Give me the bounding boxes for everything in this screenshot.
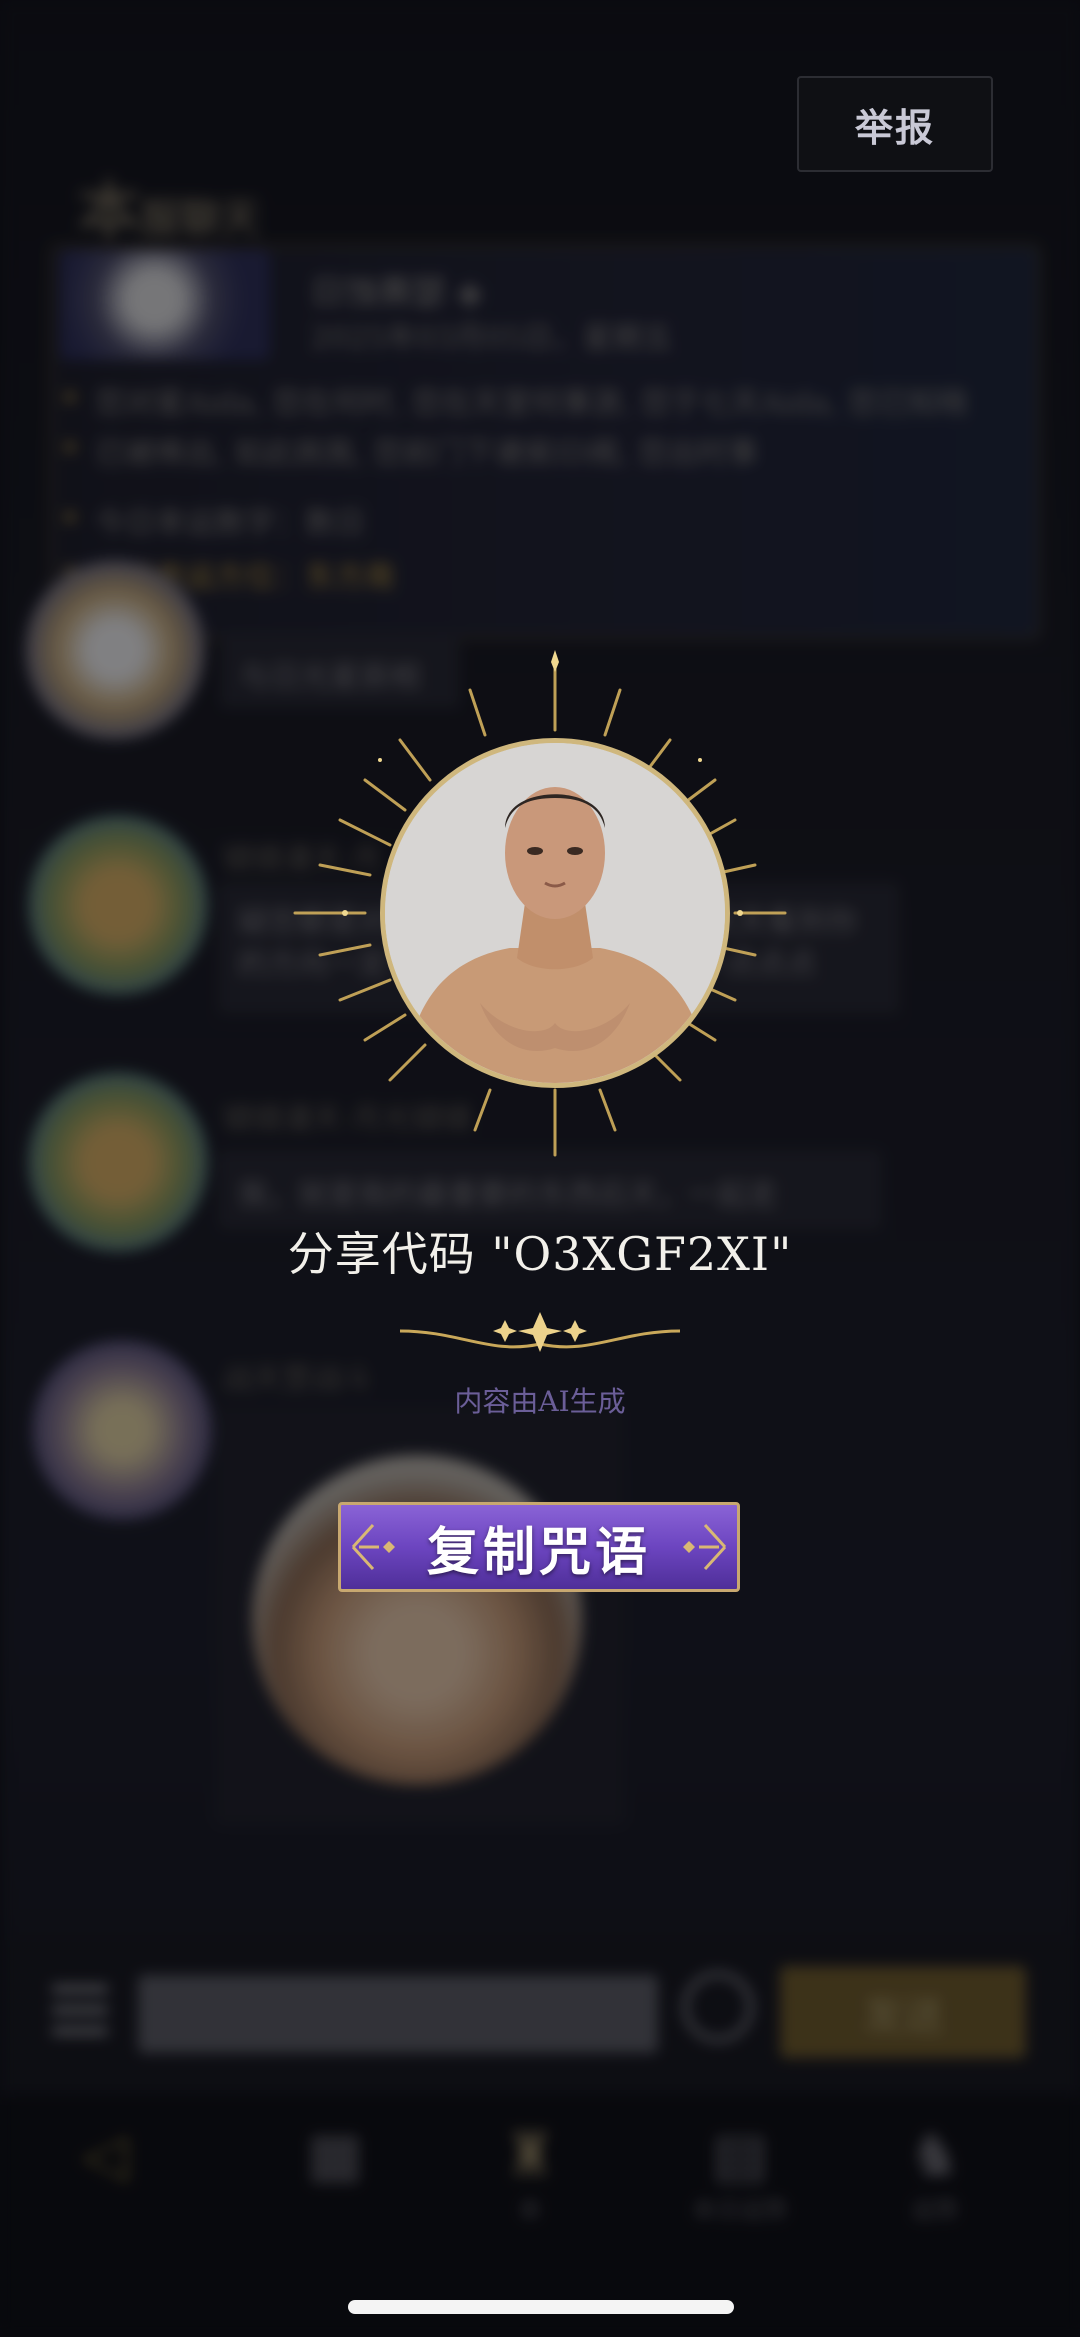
ornamental-divider	[100, 1312, 980, 1352]
home-indicator[interactable]	[348, 2300, 734, 2314]
ornament-right-icon	[683, 1523, 727, 1571]
ai-generated-note: 内容由AI生成	[454, 1385, 626, 1418]
ornament-left-icon	[351, 1523, 395, 1571]
avatar-portrait	[380, 738, 730, 1088]
person-photo	[385, 743, 725, 1083]
share-code-text: 分享代码 "O3XGF2XI"	[287, 1227, 793, 1281]
copy-spell-label: 复制咒语	[426, 1521, 651, 1583]
report-button[interactable]: 举报	[797, 76, 993, 172]
copy-spell-button[interactable]: 复制咒语	[338, 1502, 740, 1592]
